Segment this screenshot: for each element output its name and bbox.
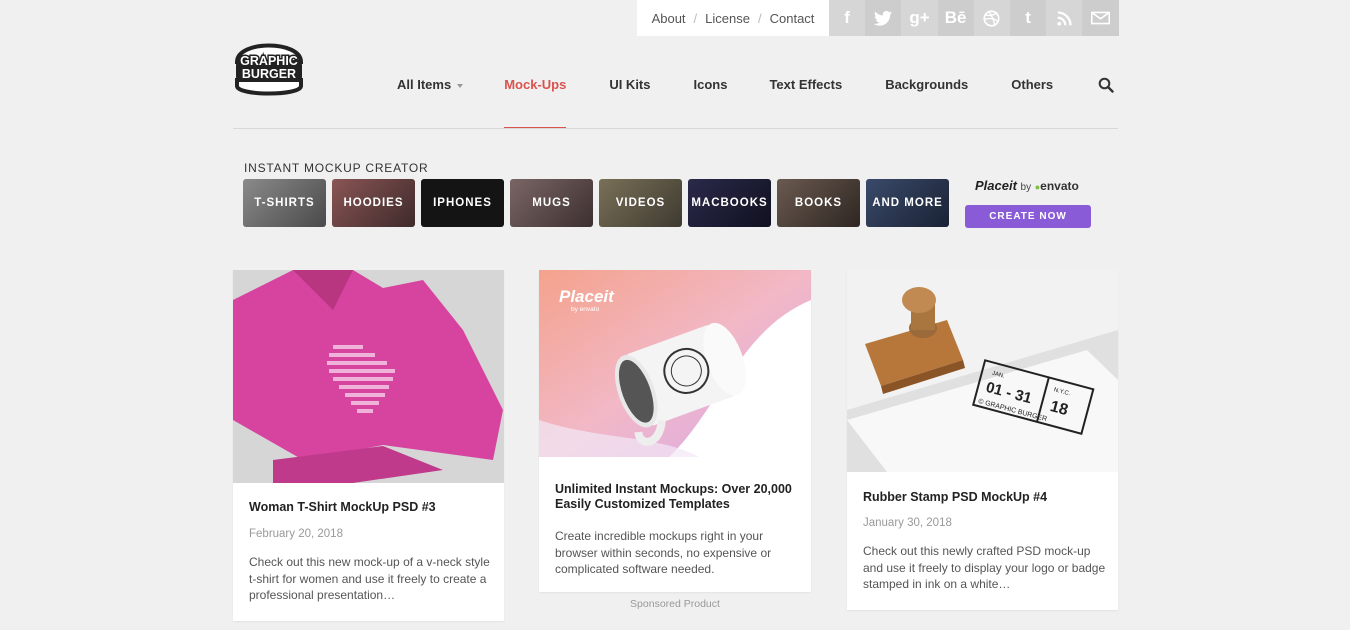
sponsored-title[interactable]: Unlimited Instant Mockups: Over 20,000 E… [555,482,795,512]
placeit-by: by [1020,182,1032,193]
sponsored-label: Sponsored Product [630,598,720,610]
mockup-category-tiles: T-SHIRTS HOODIES IPHONES MUGS VIDEOS MAC… [243,179,949,227]
search-icon[interactable] [1098,77,1114,93]
graphic-burger-logo[interactable]: GRAPHIC BURGER [233,34,305,98]
google-plus-icon[interactable]: g+ [901,0,938,36]
nav-label: Backgrounds [885,77,969,92]
post-date: February 20, 2018 [249,528,343,540]
dribbble-icon[interactable] [973,0,1010,36]
post-card-rubber-stamp[interactable]: JAN. 01 - 31 N.Y.C. 18 © GRAPHIC BURGER … [847,270,1118,610]
placeit-image-sub: by envato [571,306,600,313]
creator-title: INSTANT MOCKUP CREATOR [244,161,429,175]
post-title[interactable]: Rubber Stamp PSD MockUp #4 [863,490,1103,505]
contact-link[interactable]: Contact [770,11,815,26]
nav-label: Text Effects [769,77,843,92]
tile-mugs[interactable]: MUGS [510,179,593,227]
social-links: f g+ Bē t [829,0,1119,36]
nav-item-others[interactable]: Others [1011,77,1053,92]
nav-label: All Items [397,77,452,92]
twitter-icon[interactable] [865,0,902,36]
main-nav: All Items Mock-Ups UI Kits Icons Text Ef… [397,77,1053,129]
nav-item-mock-ups[interactable]: Mock-Ups [504,77,567,129]
tumblr-icon[interactable]: t [1009,0,1047,36]
tile-macbooks[interactable]: MACBOOKS [688,179,771,227]
placeit-brand: Placeit [975,178,1017,193]
separator: / [757,10,762,26]
sponsored-excerpt: Create incredible mockups right in your … [555,529,772,576]
top-bar: About / License / Contact f g+ Bē t [637,0,1119,36]
create-now-button[interactable]: CREATE NOW [965,205,1091,228]
tile-hoodies[interactable]: HOODIES [332,179,415,227]
placeit-image-brand: Placeit [559,287,615,306]
facebook-icon[interactable]: f [829,0,866,36]
post-excerpt: Check out this new mock-up of a v-neck s… [249,555,490,602]
top-links: About / License / Contact [637,0,829,36]
license-link[interactable]: License [705,11,750,26]
nav-label: Others [1011,77,1054,92]
tshirt-mockup-image[interactable] [233,270,504,483]
logo-text-graphic: GRAPHIC [240,54,298,68]
email-icon[interactable] [1082,0,1119,36]
about-link[interactable]: About [652,11,686,26]
rss-icon[interactable] [1046,0,1083,36]
sponsored-card-placeit[interactable]: Placeit by envato Unlimited Instant Mock… [539,270,811,592]
separator: / [693,10,698,26]
behance-icon[interactable]: Bē [937,0,974,36]
post-excerpt: Check out this newly crafted PSD mock-up… [863,544,1106,591]
caret-down-icon [457,83,464,88]
post-date: January 30, 2018 [863,517,952,529]
header-divider [233,128,1118,129]
logo-text-burger: BURGER [242,67,296,81]
tile-and-more[interactable]: AND MORE [866,179,949,227]
nav-label: Mock-Ups [504,77,567,92]
post-title[interactable]: Woman T-Shirt MockUp PSD #3 [249,500,489,515]
mug-mockup-image[interactable]: Placeit by envato [539,270,811,457]
nav-item-text-effects[interactable]: Text Effects [769,77,842,92]
tile-iphones[interactable]: IPHONES [421,179,504,227]
nav-label: UI Kits [609,77,651,92]
nav-item-icons[interactable]: Icons [693,77,727,92]
tile-videos[interactable]: VIDEOS [599,179,682,227]
tile-t-shirts[interactable]: T-SHIRTS [243,179,326,227]
tile-books[interactable]: BOOKS [777,179,860,227]
post-card-tshirt[interactable]: Woman T-Shirt MockUp PSD #3 February 20,… [233,270,504,621]
nav-item-backgrounds[interactable]: Backgrounds [885,77,968,92]
stamp-mockup-image[interactable]: JAN. 01 - 31 N.Y.C. 18 © GRAPHIC BURGER [847,270,1118,472]
nav-item-all-items[interactable]: All Items [397,77,464,92]
envato-label: envato [1040,179,1079,193]
nav-label: Icons [693,77,728,92]
nav-item-ui-kits[interactable]: UI Kits [609,77,650,92]
placeit-logo[interactable]: Placeit by ●envato [975,178,1079,193]
